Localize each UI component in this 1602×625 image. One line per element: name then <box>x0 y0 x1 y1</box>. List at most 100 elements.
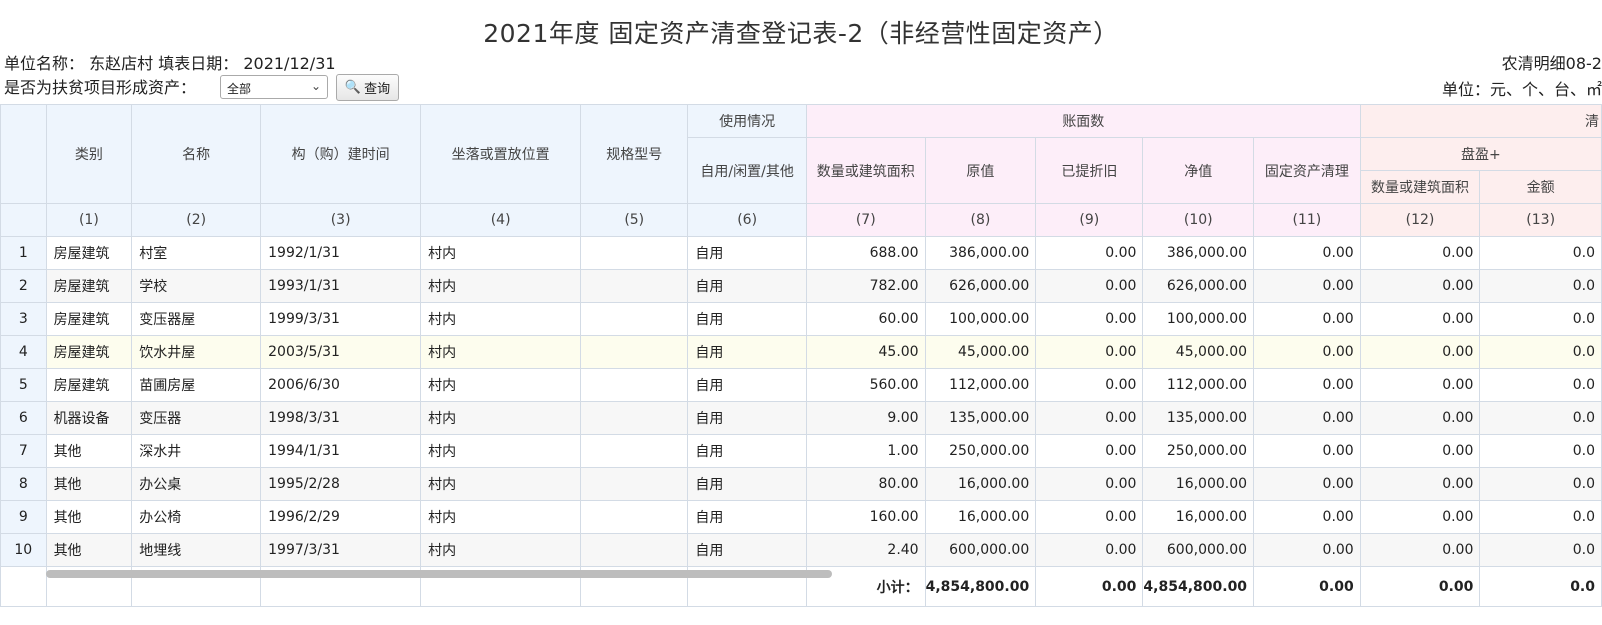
cell-category[interactable]: 其他 <box>45 467 133 501</box>
cell-depreciation[interactable]: 0.00 <box>1035 434 1144 468</box>
cell-cleanup[interactable]: 0.00 <box>1253 401 1361 435</box>
cell-cleanup[interactable]: 0.00 <box>1253 434 1361 468</box>
cell-usage[interactable]: 自用 <box>687 467 807 501</box>
table-row[interactable]: 1 房屋建筑 村室 1992/1/31 村内 自用 688.00 386,000… <box>0 236 1602 270</box>
table-row[interactable]: 4 房屋建筑 饮水井屋 2003/5/31 村内 自用 45.00 45,000… <box>0 335 1602 369</box>
cell-build-time[interactable]: 2003/5/31 <box>260 335 422 369</box>
cell-category[interactable]: 其他 <box>45 500 133 534</box>
cell-name[interactable]: 地埋线 <box>131 533 262 567</box>
cell-cleanup[interactable]: 0.00 <box>1253 302 1361 336</box>
cell-surplus-qty[interactable]: 0.00 <box>1359 269 1481 303</box>
cell-qty[interactable]: 9.00 <box>805 401 926 435</box>
cell-surplus-amount[interactable]: 0.0 <box>1479 236 1602 270</box>
cell-surplus-qty[interactable]: 0.00 <box>1359 236 1481 270</box>
cell-name[interactable]: 变压器 <box>131 401 262 435</box>
cell-build-time[interactable]: 1996/2/29 <box>260 500 422 534</box>
table-row[interactable]: 5 房屋建筑 苗圃房屋 2006/6/30 村内 自用 560.00 112,0… <box>0 368 1602 402</box>
cell-location[interactable]: 村内 <box>420 500 582 534</box>
cell-location[interactable]: 村内 <box>420 401 582 435</box>
cell-usage[interactable]: 自用 <box>687 335 807 369</box>
cell-name[interactable]: 深水井 <box>131 434 262 468</box>
cell-spec[interactable] <box>580 500 689 534</box>
cell-surplus-amount[interactable]: 0.0 <box>1479 302 1602 336</box>
cell-surplus-qty[interactable]: 0.00 <box>1359 335 1481 369</box>
cell-spec[interactable] <box>580 368 689 402</box>
cell-spec[interactable] <box>580 302 689 336</box>
cell-name[interactable]: 苗圃房屋 <box>131 368 262 402</box>
cell-location[interactable]: 村内 <box>420 335 582 369</box>
cell-build-time[interactable]: 1997/3/31 <box>260 533 422 567</box>
cell-surplus-amount[interactable]: 0.0 <box>1479 368 1602 402</box>
cell-surplus-qty[interactable]: 0.00 <box>1359 302 1481 336</box>
cell-original[interactable]: 16,000.00 <box>924 467 1037 501</box>
table-row[interactable]: 3 房屋建筑 变压器屋 1999/3/31 村内 自用 60.00 100,00… <box>0 302 1602 336</box>
cell-net[interactable]: 100,000.00 <box>1142 302 1255 336</box>
cell-net[interactable]: 626,000.00 <box>1142 269 1255 303</box>
cell-build-time[interactable]: 1993/1/31 <box>260 269 422 303</box>
horizontal-scrollbar[interactable] <box>46 570 832 578</box>
cell-spec[interactable] <box>580 434 689 468</box>
cell-cleanup[interactable]: 0.00 <box>1253 467 1361 501</box>
cell-spec[interactable] <box>580 236 689 270</box>
cell-depreciation[interactable]: 0.00 <box>1035 467 1144 501</box>
cell-location[interactable]: 村内 <box>420 269 582 303</box>
cell-location[interactable]: 村内 <box>420 434 582 468</box>
cell-usage[interactable]: 自用 <box>687 269 807 303</box>
cell-net[interactable]: 250,000.00 <box>1142 434 1255 468</box>
cell-cleanup[interactable]: 0.00 <box>1253 236 1361 270</box>
cell-cleanup[interactable]: 0.00 <box>1253 500 1361 534</box>
cell-qty[interactable]: 80.00 <box>805 467 926 501</box>
cell-surplus-amount[interactable]: 0.0 <box>1479 335 1602 369</box>
cell-name[interactable]: 办公桌 <box>131 467 262 501</box>
cell-surplus-amount[interactable]: 0.0 <box>1479 434 1602 468</box>
cell-surplus-amount[interactable]: 0.0 <box>1479 269 1602 303</box>
cell-net[interactable]: 386,000.00 <box>1142 236 1255 270</box>
cell-name[interactable]: 饮水井屋 <box>131 335 262 369</box>
cell-original[interactable]: 16,000.00 <box>924 500 1037 534</box>
cell-net[interactable]: 45,000.00 <box>1142 335 1255 369</box>
cell-cleanup[interactable]: 0.00 <box>1253 269 1361 303</box>
cell-cleanup[interactable]: 0.00 <box>1253 533 1361 567</box>
cell-usage[interactable]: 自用 <box>687 401 807 435</box>
cell-depreciation[interactable]: 0.00 <box>1035 401 1144 435</box>
table-row[interactable]: 7 其他 深水井 1994/1/31 村内 自用 1.00 250,000.00… <box>0 434 1602 468</box>
cell-cleanup[interactable]: 0.00 <box>1253 368 1361 402</box>
cell-location[interactable]: 村内 <box>420 236 582 270</box>
cell-spec[interactable] <box>580 533 689 567</box>
cell-qty[interactable]: 782.00 <box>805 269 926 303</box>
cell-net[interactable]: 16,000.00 <box>1142 500 1255 534</box>
table-row[interactable]: 9 其他 办公椅 1996/2/29 村内 自用 160.00 16,000.0… <box>0 500 1602 534</box>
cell-build-time[interactable]: 1998/3/31 <box>260 401 422 435</box>
cell-original[interactable]: 600,000.00 <box>924 533 1037 567</box>
poverty-project-select[interactable]: 全部 ⌄ <box>220 75 328 99</box>
cell-category[interactable]: 房屋建筑 <box>45 335 133 369</box>
table-row[interactable]: 10 其他 地埋线 1997/3/31 村内 自用 2.40 600,000.0… <box>0 533 1602 567</box>
cell-name[interactable]: 学校 <box>131 269 262 303</box>
cell-usage[interactable]: 自用 <box>687 434 807 468</box>
cell-depreciation[interactable]: 0.00 <box>1035 368 1144 402</box>
cell-spec[interactable] <box>580 269 689 303</box>
cell-category[interactable]: 房屋建筑 <box>45 236 133 270</box>
cell-original[interactable]: 386,000.00 <box>924 236 1037 270</box>
cell-surplus-qty[interactable]: 0.00 <box>1359 500 1481 534</box>
cell-depreciation[interactable]: 0.00 <box>1035 335 1144 369</box>
cell-name[interactable]: 村室 <box>131 236 262 270</box>
cell-usage[interactable]: 自用 <box>687 533 807 567</box>
table-row[interactable]: 6 机器设备 变压器 1998/3/31 村内 自用 9.00 135,000.… <box>0 401 1602 435</box>
cell-surplus-qty[interactable]: 0.00 <box>1359 368 1481 402</box>
cell-original[interactable]: 45,000.00 <box>924 335 1037 369</box>
cell-name[interactable]: 变压器屋 <box>131 302 262 336</box>
cell-location[interactable]: 村内 <box>420 368 582 402</box>
cell-original[interactable]: 250,000.00 <box>924 434 1037 468</box>
cell-surplus-qty[interactable]: 0.00 <box>1359 467 1481 501</box>
cell-surplus-qty[interactable]: 0.00 <box>1359 434 1481 468</box>
cell-category[interactable]: 房屋建筑 <box>45 302 133 336</box>
cell-cleanup[interactable]: 0.00 <box>1253 335 1361 369</box>
cell-qty[interactable]: 1.00 <box>805 434 926 468</box>
cell-depreciation[interactable]: 0.00 <box>1035 533 1144 567</box>
cell-usage[interactable]: 自用 <box>687 236 807 270</box>
cell-category[interactable]: 其他 <box>45 434 133 468</box>
cell-original[interactable]: 100,000.00 <box>924 302 1037 336</box>
cell-category[interactable]: 机器设备 <box>45 401 133 435</box>
cell-category[interactable]: 房屋建筑 <box>45 269 133 303</box>
